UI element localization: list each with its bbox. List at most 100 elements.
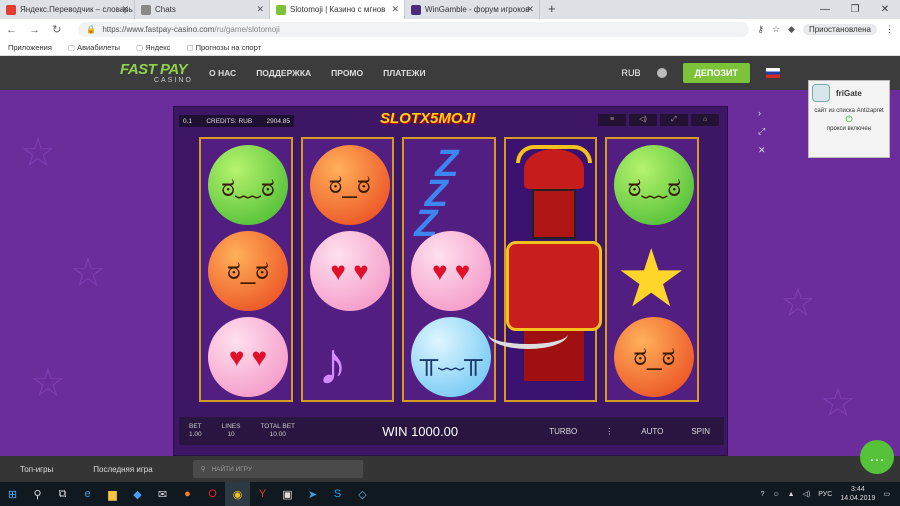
sound-icon[interactable]: ◁): [629, 114, 657, 126]
forward-icon[interactable]: →: [29, 24, 40, 36]
yandex-icon: [6, 4, 16, 15]
address-bar-row: ← → ↻ 🔒 https://www.fastpay-casino.com/r…: [0, 19, 900, 39]
language-indicator[interactable]: РУС: [818, 491, 832, 498]
tab-strip: Яндекс.Переводчик – словарь ✕ Chats ✕ Slot…: [0, 0, 900, 19]
chrome-icon[interactable]: ◉: [225, 482, 250, 506]
win-display: WIN 1000.00: [382, 423, 459, 439]
clock[interactable]: 3:44 14.04.2019: [840, 485, 875, 503]
menu-payments[interactable]: ПЛАТЕЖИ: [383, 68, 425, 78]
chat-button[interactable]: …: [860, 440, 894, 474]
deposit-button[interactable]: ДЕПОЗИТ: [682, 63, 750, 83]
wingamble-icon: [411, 4, 421, 15]
reels: ಠ﹏ಠ ಠ_ಠ ♥ ♥ ಠ_ಠ ♥ ♥ ♪ Z ZZ ♥ ♥ ╥﹏╥ ಠ﹏ಠ ★…: [199, 137, 699, 402]
network-icon[interactable]: ▲: [788, 491, 795, 498]
chevron-right-icon[interactable]: ›: [758, 108, 766, 118]
minimize-icon[interactable]: —: [810, 0, 840, 19]
bookmark-yandex[interactable]: Яндекс: [136, 43, 170, 52]
language-flag-icon[interactable]: [766, 68, 780, 78]
bg-star-icon: ☆: [820, 381, 856, 425]
menu-promo[interactable]: ПРОМО: [331, 68, 363, 78]
store-icon[interactable]: ▣: [275, 482, 300, 506]
reel-3: Z ZZ ♥ ♥ ╥﹏╥: [402, 137, 496, 402]
currency-select[interactable]: RUB: [621, 68, 640, 78]
notifications-icon[interactable]: ▭: [883, 490, 890, 498]
app-icon[interactable]: ◇: [350, 482, 375, 506]
search-icon[interactable]: ⚲: [25, 482, 50, 506]
sad-emoji-symbol: ╥﹏╥: [411, 317, 492, 397]
system-tray: ? ☺ ▲ ◁) РУС 3:44 14.04.2019 ▭: [761, 482, 890, 506]
task-view-icon[interactable]: ⧉: [50, 482, 75, 506]
sick-emoji-symbol: ಠ﹏ಠ: [614, 145, 695, 225]
menu-about[interactable]: О НАС: [209, 68, 236, 78]
paytable-icon[interactable]: ≡: [598, 114, 626, 126]
omnibox[interactable]: 🔒 https://www.fastpay-casino.com/ru/game…: [78, 21, 750, 37]
star-bookmark-icon[interactable]: ☆: [772, 24, 780, 35]
volume-icon[interactable]: ◁): [803, 490, 811, 498]
explorer-icon[interactable]: ▆: [100, 482, 125, 506]
game-search-input[interactable]: ⚲ НАЙТИ ИГРУ: [192, 460, 363, 478]
lock-icon: 🔒: [86, 24, 97, 34]
spin-button[interactable]: SPIN: [677, 427, 724, 436]
opera-icon[interactable]: O: [200, 482, 225, 506]
close-tab-icon[interactable]: ✕: [391, 4, 399, 15]
firefox-icon[interactable]: ●: [175, 482, 200, 506]
bet-control[interactable]: BET 1.00: [179, 423, 212, 439]
key-icon[interactable]: ⚷: [757, 24, 764, 35]
home-icon[interactable]: ⌂: [691, 114, 719, 126]
dropbox-icon[interactable]: ◆: [125, 482, 150, 506]
user-icon[interactable]: [656, 68, 667, 78]
turbo-button[interactable]: TURBO: [535, 427, 591, 436]
fullscreen-icon[interactable]: ⤢: [660, 114, 688, 126]
tab-slotomoji[interactable]: Slotomoji | Казино с мгнов ✕: [270, 0, 405, 19]
skype-icon[interactable]: S: [325, 482, 350, 506]
telegram-icon[interactable]: ➤: [300, 482, 325, 506]
edge-icon[interactable]: e: [75, 482, 100, 506]
search-icon: ⚲: [200, 466, 206, 473]
windows-taskbar: ⊞ ⚲ ⧉ e ▆ ◆ ✉ ● O ◉ Y ▣ ➤ S ◇ ? ☺ ▲ ◁) Р…: [0, 482, 900, 506]
yandex-browser-icon[interactable]: Y: [250, 482, 275, 506]
mail-icon[interactable]: ✉: [150, 482, 175, 506]
new-tab-button[interactable]: +: [548, 0, 556, 19]
sleep-zzz-symbol: Z ZZ: [414, 143, 459, 245]
reload-icon[interactable]: ↻: [52, 24, 61, 36]
site-logo[interactable]: FAST PAY CASINO: [120, 60, 195, 86]
close-game-icon[interactable]: ✕: [758, 145, 766, 156]
windows-start-icon[interactable]: ⊞: [0, 482, 25, 506]
tab-wingamble[interactable]: WinGamble - форум игроков ✕: [405, 0, 540, 19]
sick-emoji-symbol: ಠ﹏ಠ: [208, 145, 288, 225]
top-games-link[interactable]: Топ-игры: [0, 465, 73, 474]
tab-yandex-translate[interactable]: Яндекс.Переводчик – словарь ✕: [0, 0, 135, 19]
bg-star-icon: ☆: [30, 361, 66, 405]
bookmark-sport[interactable]: Прогнозы на спорт: [186, 43, 261, 52]
bookmark-apps[interactable]: Приложения: [8, 43, 52, 52]
close-tab-icon[interactable]: ✕: [256, 4, 264, 15]
back-icon[interactable]: ←: [6, 24, 17, 36]
close-tab-icon[interactable]: ✕: [526, 4, 534, 15]
people-icon[interactable]: ☺: [772, 491, 779, 498]
more-options-icon[interactable]: ⋮: [591, 427, 627, 436]
close-tab-icon[interactable]: ✕: [121, 4, 129, 15]
last-game-link[interactable]: Последняя игра: [73, 465, 172, 474]
bookmark-flights[interactable]: Авиабилеты: [68, 43, 120, 52]
power-icon[interactable]: ⏻: [812, 114, 886, 125]
menu-support[interactable]: ПОДДЕРЖКА: [256, 68, 311, 78]
profile-button[interactable]: Приостановлена: [802, 23, 877, 35]
tab-chats[interactable]: Chats ✕: [135, 0, 270, 19]
music-note-symbol: ♪: [317, 330, 348, 397]
window-controls: — ❐ ✕: [810, 0, 900, 19]
heart-eyes-emoji-symbol: ♥ ♥: [208, 317, 288, 397]
main-menu: О НАС ПОДДЕРЖКА ПРОМО ПЛАТЕЖИ: [209, 68, 426, 78]
maximize-icon[interactable]: ❐: [840, 0, 870, 19]
expand-icon[interactable]: ⤢: [758, 126, 766, 137]
site-header: FAST PAY CASINO О НАС ПОДДЕРЖКА ПРОМО ПЛ…: [0, 56, 900, 90]
help-icon[interactable]: ?: [761, 491, 765, 498]
menu-icon[interactable]: ⋮: [885, 24, 894, 35]
star-symbol: ★: [615, 234, 688, 323]
extension-icon[interactable]: ◆: [788, 24, 795, 35]
game-control-bar: BET 1.00 LINES 10 TOTAL BET 10.00 WIN 1000.…: [179, 417, 724, 445]
auto-button[interactable]: AUTO: [627, 427, 677, 436]
close-window-icon[interactable]: ✕: [870, 0, 900, 19]
lines-control[interactable]: LINES 10: [212, 423, 251, 439]
game-stage: ☆ ☆ ☆ ☆ ☆ 0.1 CREDITS: RUB 2904.85 SLOTX…: [0, 90, 900, 456]
slot-game[interactable]: 0.1 CREDITS: RUB 2904.85 SLOTX5MOJI ≡ ◁)…: [173, 106, 728, 456]
